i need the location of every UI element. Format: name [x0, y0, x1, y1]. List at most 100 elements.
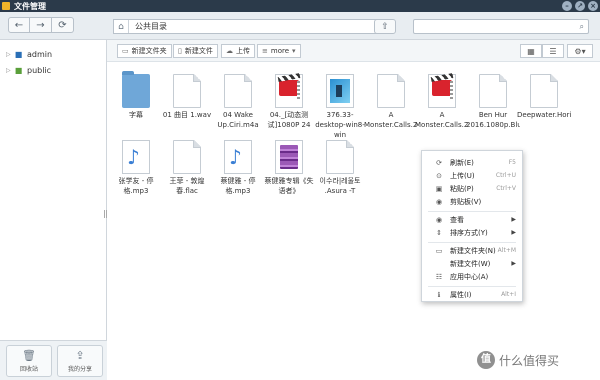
search-input[interactable]: ⌕	[413, 19, 589, 34]
my-share-button[interactable]: ⇪ 我的分享	[57, 345, 103, 377]
menu-separator	[428, 242, 516, 243]
file-item[interactable]: 04._[动态测试]1080P 24	[262, 66, 316, 136]
more-button[interactable]: ≡ more ▾	[257, 44, 301, 58]
forward-button[interactable]: →	[30, 17, 52, 33]
close-button[interactable]: ×	[588, 1, 598, 11]
expand-arrow-icon[interactable]: ▷	[6, 51, 14, 58]
menu-item-view[interactable]: ◉ 查看 ▶	[422, 214, 522, 225]
file-name: 字幕	[129, 111, 143, 119]
tree-item-admin[interactable]: ▷ ■ admin	[6, 50, 52, 59]
list-icon: ☰	[549, 46, 557, 56]
folder-app-icon	[2, 2, 10, 10]
file-item[interactable]: A Monster.Calls.2016.10	[364, 66, 418, 136]
up-arrow-icon: ⇧	[381, 21, 389, 32]
refresh-icon: ⟳	[58, 19, 67, 31]
current-path: 公共目录	[135, 22, 167, 31]
upload-button[interactable]: ☁ 上传	[221, 44, 255, 58]
menu-item-shortcut: F5	[508, 159, 516, 166]
menu-item-shortcut: Alt+I	[501, 291, 516, 298]
video-file-icon	[275, 74, 303, 108]
file-name: 04._[动态测试]1080P 24	[267, 111, 311, 129]
sort-icon: ⇕	[436, 228, 442, 237]
file-name: A Monster.Calls.2016.10	[415, 111, 469, 129]
menu-item-shortcut: Alt+M	[497, 247, 516, 254]
new-file-icon: ▯	[178, 47, 182, 55]
menu-item-new-folder[interactable]: ▭ 新建文件夹(N) Alt+M	[422, 245, 522, 256]
folder-icon	[122, 71, 150, 108]
file-name: 04 Wake Up.Ciri.m4a	[217, 111, 259, 129]
grid-view-button[interactable]: ▦	[520, 44, 542, 58]
file-name: 01 曲目 1.wav	[162, 111, 212, 119]
search-icon[interactable]: ⌕	[580, 22, 584, 32]
minimize-button[interactable]: –	[562, 1, 572, 11]
watermark: 值 什么值得买	[477, 351, 559, 369]
go-up-button[interactable]: ⇧	[374, 19, 396, 34]
new-folder-button[interactable]: ▭ 新建文件夹	[117, 44, 172, 58]
file-item[interactable]: ♪ 张学友 - 停格.mp3	[109, 132, 163, 202]
file-item[interactable]: 字幕	[109, 66, 163, 136]
new-file-label: 新建文件	[184, 47, 213, 55]
address-bar[interactable]: ⌂ 公共目录	[113, 19, 393, 34]
settings-button[interactable]: ⚙▾	[567, 44, 593, 58]
menu-item-label: 刷新(E)	[450, 158, 474, 167]
document-icon	[173, 74, 201, 108]
file-item[interactable]: 이수라|레울토 .Asura -T	[313, 132, 367, 202]
archive-file-icon	[275, 140, 303, 174]
file-item[interactable]: 01 曲目 1.wav	[160, 66, 214, 136]
new-file-button[interactable]: ▯ 新建文件	[173, 44, 218, 58]
menu-item-properties[interactable]: ℹ 属性(I) Alt+I	[422, 289, 522, 300]
trash-icon: 🗑	[22, 348, 36, 362]
file-name: 蔡健雅专辑《失语者》	[264, 177, 314, 195]
file-item[interactable]: A Monster.Calls.2016.10	[415, 66, 469, 136]
home-icon[interactable]: ⌂	[114, 20, 129, 33]
file-item[interactable]: 王菲 - 敦煌春.flac	[160, 132, 214, 202]
maximize-button[interactable]: ↗	[575, 1, 585, 11]
sidebar: ▷ ■ admin ▷ ■ public 🗑 回收站 ⇪ 我的分享	[0, 40, 107, 380]
recycle-bin-button[interactable]: 🗑 回收站	[6, 345, 52, 377]
back-button[interactable]: ←	[8, 17, 30, 33]
window-title: 文件管理	[14, 1, 46, 11]
menu-item-paste[interactable]: ▣ 粘贴(P) Ctrl+V	[422, 183, 522, 194]
arrow-left-icon: ←	[14, 19, 24, 31]
grid-icon: ▦	[527, 46, 535, 56]
menu-item-label: 剪贴板(V)	[450, 197, 482, 206]
file-name: 王菲 - 敦煌春.flac	[169, 177, 205, 195]
document-icon	[326, 140, 354, 174]
menu-item-label: 粘贴(P)	[450, 184, 474, 193]
menu-item-label: 查看	[450, 215, 464, 224]
file-item[interactable]: Deepwater.Horizon.201	[517, 66, 571, 136]
sidebar-footer: 🗑 回收站 ⇪ 我的分享	[0, 340, 107, 380]
file-grid: 字幕 01 曲目 1.wav 04 Wake Up.Ciri.m4a 04._[…	[107, 62, 600, 380]
menu-item-sort[interactable]: ⇕ 排序方式(Y) ▶	[422, 227, 522, 238]
menu-item-label: 属性(I)	[450, 290, 472, 299]
tree-item-label: public	[27, 66, 52, 75]
menu-separator	[428, 211, 516, 212]
file-item[interactable]: 376.33-desktop-win8-win	[313, 66, 367, 139]
file-item[interactable]: ♪ 蔡健雅 - 停格.mp3	[211, 132, 265, 202]
menu-separator	[428, 286, 516, 287]
file-item[interactable]: Ben Hur 2016.1080p.Blu	[466, 66, 520, 136]
menu-item-refresh[interactable]: ⟳ 刷新(E) F5	[422, 157, 522, 168]
audio-file-icon: ♪	[122, 140, 150, 174]
menu-item-clipboard[interactable]: ◉ 剪贴板(V)	[422, 196, 522, 207]
file-item[interactable]: 蔡健雅专辑《失语者》	[262, 132, 316, 202]
title-bar: 文件管理 – ↗ ×	[0, 0, 600, 12]
tree-item-public[interactable]: ▷ ■ public	[6, 66, 51, 75]
list-view-button[interactable]: ☰	[542, 44, 564, 58]
users-icon: ■	[14, 66, 23, 75]
menu-item-app-center[interactable]: ☷ 应用中心(A)	[422, 271, 522, 282]
menu-item-label: 新建文件夹(N)	[450, 246, 496, 255]
share-icon: ⇪	[75, 348, 85, 362]
menu-item-upload[interactable]: ⊙ 上传(U) Ctrl+U	[422, 170, 522, 181]
menu-item-label: 新建文件(W)	[450, 259, 491, 268]
refresh-button[interactable]: ⟳	[52, 17, 74, 33]
file-item[interactable]: 04 Wake Up.Ciri.m4a	[211, 66, 265, 136]
submenu-arrow-icon: ▶	[511, 216, 516, 223]
image-file-icon	[326, 74, 354, 108]
menu-item-new-file[interactable]: 新建文件(W) ▶	[422, 258, 522, 269]
folder-icon: ▭	[122, 47, 129, 55]
upload-label: 上传	[236, 47, 250, 55]
nav-button-group: ← → ⟳	[8, 17, 74, 33]
file-name: A Monster.Calls.2016.10	[364, 111, 418, 129]
expand-arrow-icon[interactable]: ▷	[6, 67, 14, 74]
